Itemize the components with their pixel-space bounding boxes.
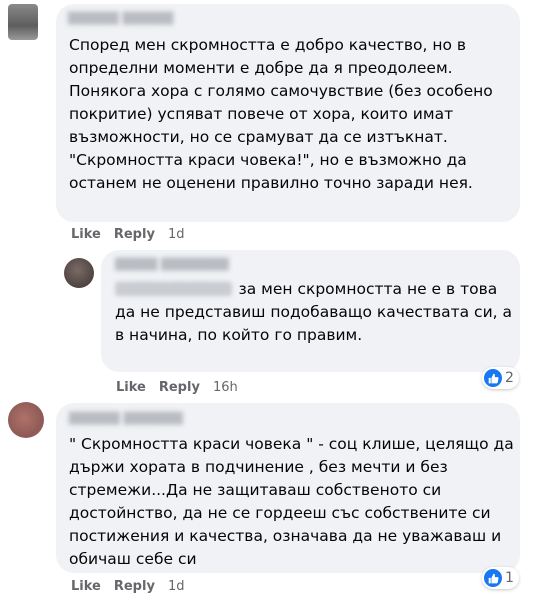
avatar[interactable] (8, 4, 38, 40)
avatar[interactable] (64, 258, 94, 288)
author-name-blurred[interactable]: ██████ ███████ (69, 412, 183, 425)
reply-button[interactable]: Reply (159, 380, 200, 395)
comment-text: Според мен скромността е добро качество,… (69, 36, 493, 192)
reply-bubble: █████ ████████ ██████ ███████ за мен скро… (101, 250, 520, 372)
like-button[interactable]: Like (71, 579, 101, 594)
reaction-count: 1 (505, 570, 514, 586)
timestamp[interactable]: 1d (168, 579, 185, 594)
comment-actions: Like Reply 16h (116, 380, 251, 395)
reply-button[interactable]: Reply (114, 579, 155, 594)
like-button[interactable]: Like (71, 227, 101, 242)
author-name-blurred[interactable]: █████ ████████ (115, 258, 229, 271)
reaction-count-badge[interactable]: 2 (482, 367, 519, 389)
like-reaction-icon (484, 369, 502, 387)
like-button[interactable]: Like (116, 380, 146, 395)
timestamp[interactable]: 1d (168, 227, 185, 242)
reaction-count: 2 (505, 370, 514, 386)
reaction-count-badge[interactable]: 1 (482, 567, 519, 589)
mention-tag-blurred[interactable]: ██████ ███████ (115, 282, 233, 296)
comment-bubble: ██████ ███████ " Скромността краси човек… (56, 403, 520, 573)
like-reaction-icon (484, 569, 502, 587)
comment-bubble: ██████ ██████ Според мен скромността е д… (56, 4, 520, 222)
reply-button[interactable]: Reply (114, 227, 155, 242)
comment-actions: Like Reply 1d (71, 227, 197, 242)
author-name-blurred[interactable]: ██████ ██████ (68, 12, 173, 25)
comment-text: " Скромността краси човека " - соц клише… (69, 435, 514, 568)
comment-actions: Like Reply 1d (71, 579, 197, 594)
avatar[interactable] (8, 402, 44, 438)
timestamp[interactable]: 16h (213, 380, 238, 395)
comment-text: ██████ ███████ за мен скромността не е в … (115, 278, 515, 347)
